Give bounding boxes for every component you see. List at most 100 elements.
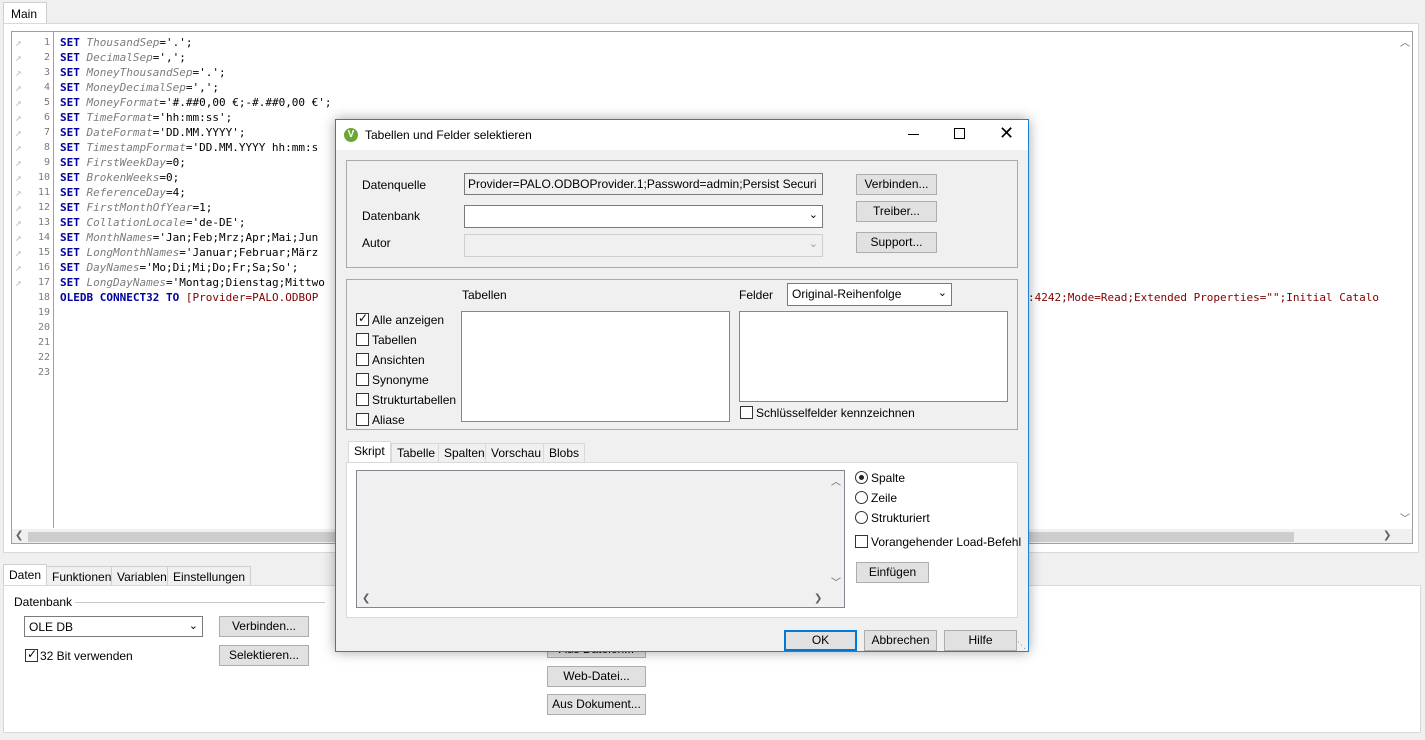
scroll-down-icon[interactable]: ﹀: [831, 574, 841, 589]
insert-button[interactable]: Einfügen: [856, 562, 929, 583]
ok-button[interactable]: OK: [784, 630, 857, 651]
cancel-button[interactable]: Abbrechen: [864, 630, 937, 651]
show-option-checkbox[interactable]: [356, 311, 369, 326]
scroll-up-icon[interactable]: ︿: [831, 473, 841, 488]
tab-main[interactable]: Main: [3, 2, 47, 24]
tab-spalten[interactable]: Spalten: [438, 443, 491, 462]
code-text: SET ThousandSep='.';: [60, 35, 192, 50]
show-option-checkbox[interactable]: [356, 393, 369, 406]
close-icon[interactable]: ✕: [999, 123, 1014, 143]
keyword: SET: [60, 186, 80, 199]
pin-icon[interactable]: ↗: [15, 216, 27, 229]
pin-icon[interactable]: ↗: [15, 171, 27, 184]
driver-button[interactable]: Treiber...: [856, 201, 937, 222]
layout-radio[interactable]: [855, 511, 868, 524]
assignment-value: ='Januar;Februar;März: [179, 246, 319, 259]
scroll-left-icon[interactable]: ❮: [362, 593, 370, 604]
fields-order-select[interactable]: Original-Reihenfolge ⌄: [787, 283, 952, 306]
resize-grip-icon[interactable]: ⋱: [1017, 640, 1026, 651]
pin-icon[interactable]: ↗: [15, 36, 27, 49]
variable-name: LongDayNames: [86, 276, 166, 289]
mark-keys-checkbox[interactable]: [740, 406, 753, 419]
keyword: TO: [165, 291, 180, 304]
tab-variablen[interactable]: Variablen: [111, 566, 173, 586]
pin-icon[interactable]: ↗: [15, 201, 27, 214]
pin-icon[interactable]: ↗: [15, 246, 27, 259]
pin-icon[interactable]: ↗: [15, 81, 27, 94]
layout-radio[interactable]: [855, 491, 868, 504]
show-option-checkbox[interactable]: [356, 413, 369, 426]
pin-icon[interactable]: ↗: [15, 141, 27, 154]
pin-icon[interactable]: ↗: [15, 126, 27, 139]
database-type-select[interactable]: OLE DB ⌄: [24, 616, 203, 637]
assignment-value: =1;: [192, 201, 213, 214]
dialog-title: Tabellen und Felder selektieren: [365, 128, 532, 142]
tab-einstellungen[interactable]: Einstellungen: [167, 566, 252, 586]
support-button[interactable]: Support...: [856, 232, 937, 253]
code-text: SET LongDayNames='Montag;Dienstag;Mittwo: [60, 275, 325, 290]
tab-daten[interactable]: Daten: [3, 564, 48, 586]
minimize-icon[interactable]: [908, 134, 919, 135]
preceding-load-checkbox[interactable]: [855, 535, 868, 548]
pin-icon[interactable]: ↗: [15, 186, 27, 199]
variable-name: MoneyFormat: [86, 96, 160, 109]
from-document-button[interactable]: Aus Dokument...: [547, 694, 646, 715]
scroll-right-icon[interactable]: ❯: [814, 593, 822, 604]
datasource-field[interactable]: Provider=PALO.ODBOProvider.1;Password=ad…: [464, 173, 823, 195]
keyword: SET: [60, 216, 80, 229]
use-32bit-checkbox[interactable]: [25, 647, 38, 662]
code-text: SET ReferenceDay=4;: [60, 185, 186, 200]
assignment-value: =',';: [185, 81, 219, 94]
dialog-titlebar[interactable]: V Tabellen und Felder selektieren ✕: [336, 120, 1028, 150]
code-text: SET FirstWeekDay=0;: [60, 155, 186, 170]
vertical-scrollbar[interactable]: ︿ ﹀: [1397, 32, 1412, 528]
tables-listbox[interactable]: [461, 311, 730, 422]
show-option-checkbox[interactable]: [356, 373, 369, 386]
fields-order-value: Original-Reihenfolge: [792, 287, 902, 301]
script-preview-area[interactable]: ︿ ﹀ ❮ ❯: [356, 470, 845, 608]
scroll-up-icon[interactable]: ︿: [1400, 34, 1410, 49]
dialog-connect-button[interactable]: Verbinden...: [856, 174, 937, 195]
connect-button[interactable]: Verbinden...: [219, 616, 309, 637]
pin-icon[interactable]: ↗: [15, 276, 27, 289]
scroll-right-icon[interactable]: ❯: [1383, 530, 1391, 541]
pin-icon[interactable]: ↗: [15, 96, 27, 109]
pin-icon[interactable]: ↗: [15, 156, 27, 169]
tab-tabelle[interactable]: Tabelle: [391, 443, 442, 462]
database-select[interactable]: ⌄: [464, 205, 823, 228]
show-option-checkbox[interactable]: [356, 353, 369, 366]
pin-icon[interactable]: ↗: [15, 261, 27, 274]
variable-name: CollationLocale: [86, 216, 186, 229]
fields-label: Felder: [739, 288, 774, 302]
database-type-value: OLE DB: [29, 620, 74, 634]
line-number: 18: [37, 292, 50, 303]
help-button[interactable]: Hilfe: [944, 630, 1017, 651]
mark-keys-label: Schlüsselfelder kennzeichnen: [756, 406, 915, 420]
code-text: SET TimestampFormat='DD.MM.YYYY hh:mm:s: [60, 140, 318, 155]
keyword: OLEDB: [60, 291, 94, 304]
pin-icon[interactable]: ↗: [15, 231, 27, 244]
line-number: 5: [43, 97, 50, 108]
tab-blobs[interactable]: Blobs: [543, 443, 586, 462]
keyword: SET: [60, 96, 80, 109]
tab-skript[interactable]: Skript: [348, 441, 391, 463]
show-option-checkbox[interactable]: [356, 333, 369, 346]
pin-icon[interactable]: ↗: [15, 51, 27, 64]
web-file-button[interactable]: Web-Datei...: [547, 666, 646, 687]
layout-radio[interactable]: [855, 471, 868, 484]
pin-icon[interactable]: ↗: [15, 111, 27, 124]
assignment-value: ='.';: [192, 66, 226, 79]
tab-vorschau[interactable]: Vorschau: [485, 443, 548, 462]
fields-listbox[interactable]: [739, 311, 1008, 402]
author-select: ⌄: [464, 234, 823, 257]
maximize-icon[interactable]: [954, 128, 965, 139]
code-text: SET LongMonthNames='Januar;Februar;März: [60, 245, 318, 260]
select-button[interactable]: Selektieren...: [219, 645, 309, 666]
keyword: CONNECT32: [99, 291, 160, 304]
pin-icon[interactable]: ↗: [15, 66, 27, 79]
line-number: 21: [37, 337, 50, 348]
scroll-down-icon[interactable]: ﹀: [1400, 510, 1410, 525]
scroll-left-icon[interactable]: ❮: [15, 530, 23, 541]
tab-funktionen[interactable]: Funktionen: [46, 566, 118, 586]
line-number: 1: [43, 37, 50, 48]
